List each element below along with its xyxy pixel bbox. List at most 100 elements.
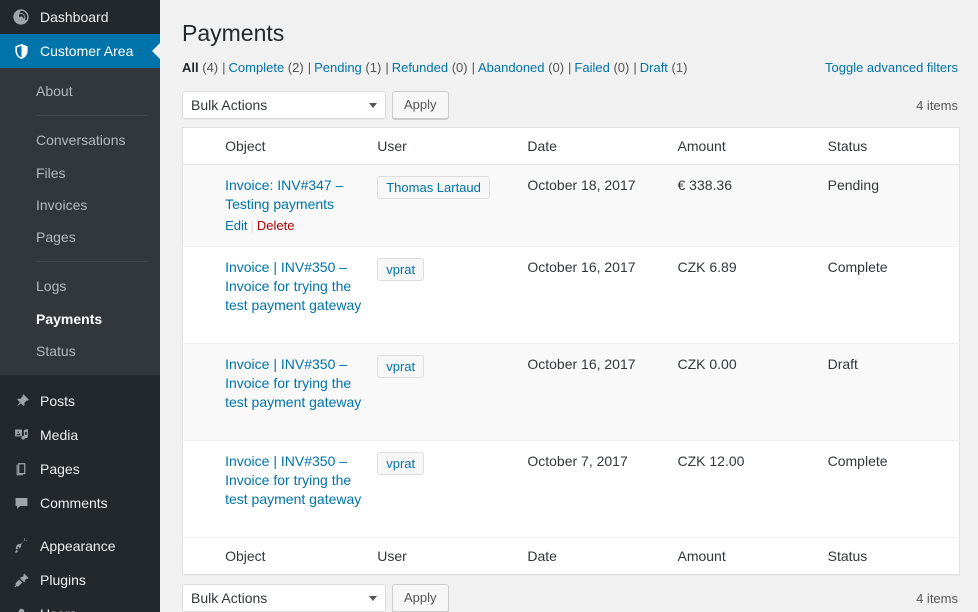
filter-link-all[interactable]: All (182, 60, 199, 75)
row-user-badge[interactable]: vprat (377, 258, 425, 281)
apply-button-top[interactable]: Apply (392, 91, 449, 119)
row-edit-link[interactable]: Edit (225, 218, 247, 233)
column-footer-object[interactable]: Object (225, 538, 377, 575)
submenu-item-invoices[interactable]: Invoices (0, 189, 160, 221)
column-footer-date[interactable]: Date (527, 538, 677, 575)
filter-separator: | (471, 60, 475, 75)
paintbrush-icon (11, 536, 31, 556)
row-object-link[interactable]: Invoice | INV#350 – Invoice for trying t… (225, 452, 367, 509)
filter-link-complete[interactable]: Complete (229, 60, 285, 75)
column-footer-user[interactable]: User (377, 538, 527, 575)
filter-separator: | (568, 60, 572, 75)
table-header-row: Object User Date Amount Status (182, 128, 960, 165)
row-user-cell: Thomas Lartaud (377, 165, 527, 247)
sidebar-item-label: Pages (40, 461, 80, 478)
row-object-cell: Invoice | INV#350 – Invoice for trying t… (225, 344, 377, 441)
filter-count-failed: (0) (613, 60, 630, 75)
table-row: Invoice | INV#350 – Invoice for trying t… (182, 441, 960, 538)
dashboard-icon (11, 7, 31, 27)
row-date-cell: October 16, 2017 (527, 356, 636, 372)
sidebar-item-label: Media (40, 427, 79, 444)
submenu-item-logs[interactable]: Logs (0, 270, 160, 302)
column-header-status[interactable]: Status (828, 128, 960, 165)
sidebar-top-group: Dashboard Customer Area (0, 0, 160, 68)
row-select-cell (183, 441, 226, 538)
row-user-cell: vprat (377, 247, 527, 344)
wp-admin-screen: Dashboard Customer Area About Conversati… (0, 0, 978, 612)
column-header-user[interactable]: User (377, 128, 527, 165)
toggle-advanced-filters-link[interactable]: Toggle advanced filters (825, 60, 958, 75)
row-amount-cell: € 338.36 (677, 177, 732, 193)
sidebar-bottom-group: Posts Media Pages Comments Appearance Pl… (0, 384, 160, 612)
row-status-cell: Complete (827, 259, 888, 275)
row-select-cell (183, 165, 226, 247)
filter-count-pending: (1) (365, 60, 382, 75)
submenu-item-conversations[interactable]: Conversations (0, 124, 160, 156)
filter-separator: | (222, 60, 226, 75)
submenu-divider-1 (36, 115, 148, 117)
column-header-date[interactable]: Date (527, 128, 677, 165)
page-title: Payments (182, 20, 285, 46)
row-user-badge[interactable]: vprat (377, 452, 425, 475)
filter-link-failed[interactable]: Failed (574, 60, 609, 75)
user-icon (11, 604, 31, 612)
column-footer-status[interactable]: Status (828, 538, 960, 575)
main-content: Payments All (4) | Complete (2) | Pending (1… (160, 0, 978, 612)
sidebar-item-dashboard[interactable]: Dashboard (0, 0, 160, 34)
sidebar-item-comments[interactable]: Comments (0, 486, 160, 520)
submenu-item-pages[interactable]: Pages (0, 221, 160, 253)
sidebar-item-label: Dashboard (40, 9, 109, 25)
table-body: Invoice: INV#347 – Testing payments Edit… (182, 164, 960, 538)
sidebar-item-plugins[interactable]: Plugins (0, 563, 160, 597)
sidebar-item-pages[interactable]: Pages (0, 452, 160, 486)
row-object-link[interactable]: Invoice: INV#347 – Testing payments (225, 176, 367, 214)
row-delete-link[interactable]: Delete (257, 218, 295, 233)
sidebar-item-users[interactable]: Users (0, 597, 160, 612)
submenu-item-status[interactable]: Status (0, 335, 160, 367)
row-object-link[interactable]: Invoice | INV#350 – Invoice for trying t… (225, 355, 367, 412)
row-object-link[interactable]: Invoice | INV#350 – Invoice for trying t… (225, 258, 367, 315)
column-footer-amount[interactable]: Amount (677, 538, 827, 575)
row-status-cell: Pending (827, 177, 879, 193)
row-actions: Edit | Delete (225, 216, 367, 235)
row-object-cell: Invoice | INV#350 – Invoice for trying t… (225, 441, 377, 538)
filter-separator: | (385, 60, 389, 75)
sidebar-item-appearance[interactable]: Appearance (0, 529, 160, 563)
comment-icon (11, 493, 31, 513)
row-select-cell (183, 344, 226, 441)
submenu-item-files[interactable]: Files (0, 157, 160, 189)
sidebar-item-posts[interactable]: Posts (0, 384, 160, 418)
sidebar-item-label: Users (40, 607, 77, 612)
row-select-cell (183, 247, 226, 344)
table-head: Object User Date Amount Status (182, 128, 960, 165)
filter-link-abandoned[interactable]: Abandoned (478, 60, 545, 75)
displaying-num-top: 4 items (916, 97, 958, 113)
filter-link-refunded[interactable]: Refunded (392, 60, 448, 75)
filter-link-pending[interactable]: Pending (314, 60, 362, 75)
sidebar-item-media[interactable]: Media (0, 418, 160, 452)
payments-table: Object User Date Amount Status Invoice: … (182, 127, 960, 575)
column-header-amount[interactable]: Amount (677, 128, 827, 165)
sidebar-item-label: Appearance (40, 538, 116, 555)
row-date-cell: October 16, 2017 (527, 259, 636, 275)
row-object-cell: Invoice | INV#350 – Invoice for trying t… (225, 247, 377, 344)
select-all-footer (183, 538, 226, 575)
column-header-object[interactable]: Object (225, 128, 377, 165)
row-user-badge[interactable]: vprat (377, 355, 425, 378)
filter-link-draft[interactable]: Draft (640, 60, 668, 75)
bulk-actions-select-bottom[interactable]: Bulk Actions (182, 584, 386, 612)
sidebar-item-label: Customer Area (40, 43, 134, 59)
bulk-actions-select-top[interactable]: Bulk Actions (182, 91, 386, 119)
filter-row: All (4) | Complete (2) | Pending (1) | Refunde… (182, 58, 958, 80)
row-user-badge[interactable]: Thomas Lartaud (377, 176, 490, 199)
row-status-cell: Draft (827, 356, 858, 372)
submenu-item-about[interactable]: About (0, 75, 160, 107)
row-actions-separator: | (250, 218, 254, 233)
sidebar-item-customer-area[interactable]: Customer Area (0, 34, 160, 68)
submenu-item-payments[interactable]: Payments (0, 303, 160, 335)
row-date-cell: October 7, 2017 (527, 453, 628, 469)
pin-icon (11, 391, 31, 411)
sidebar-divider-secondary (0, 520, 160, 530)
apply-button-bottom[interactable]: Apply (392, 584, 449, 612)
tablenav-top: Bulk Actions Apply 4 items (182, 90, 958, 120)
